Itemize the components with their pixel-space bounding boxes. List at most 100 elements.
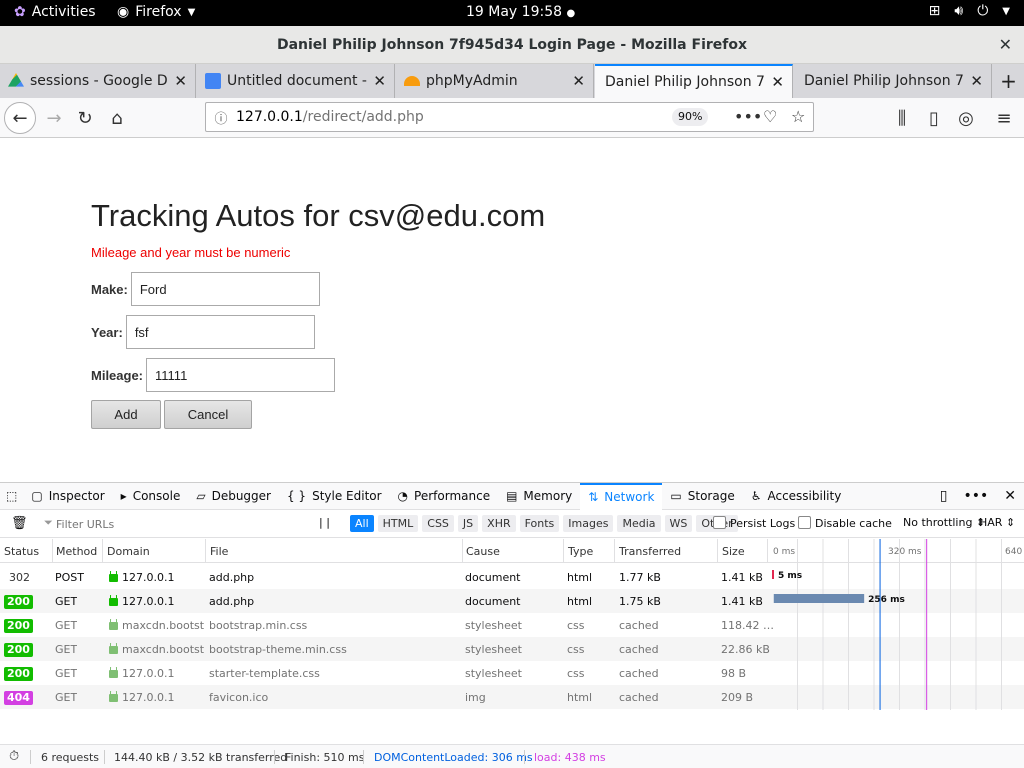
forward-button[interactable]: → bbox=[40, 104, 68, 132]
tab-inspector[interactable]: ▢ Inspector bbox=[23, 483, 112, 510]
tab-google-drive[interactable]: sessions - Google Drive ✕ bbox=[0, 64, 196, 98]
request-file: add.php bbox=[209, 595, 255, 608]
column-file[interactable]: File bbox=[210, 545, 228, 558]
persist-logs-label: Persist Logs bbox=[730, 517, 796, 530]
tab-style-editor[interactable]: { } Style Editor bbox=[279, 483, 390, 510]
request-size: 22.86 kB bbox=[721, 643, 770, 656]
page-actions-icon[interactable]: ••• bbox=[734, 107, 762, 126]
pause-button[interactable]: | | bbox=[319, 516, 330, 529]
tab-close-icon[interactable]: ✕ bbox=[771, 73, 784, 91]
request-method: GET bbox=[55, 643, 78, 656]
column-transferred[interactable]: Transferred bbox=[619, 545, 681, 558]
request-method: GET bbox=[55, 667, 78, 680]
column-domain[interactable]: Domain bbox=[107, 545, 150, 558]
tab-login-page-active[interactable]: Daniel Philip Johnson 7f945d34 Login Pag… bbox=[595, 64, 793, 98]
tab-close-icon[interactable]: ✕ bbox=[373, 72, 386, 90]
tab-memory[interactable]: ▤ Memory bbox=[498, 483, 580, 510]
request-method: GET bbox=[55, 595, 78, 608]
tab-login-page[interactable]: Daniel Philip Johnson 7f945d34 Login Pag… bbox=[794, 64, 992, 98]
tab-phpmyadmin[interactable]: phpMyAdmin ✕ bbox=[396, 64, 594, 98]
filter-css[interactable]: CSS bbox=[422, 515, 454, 532]
waterfall-tick: 640 ms bbox=[1005, 547, 1024, 557]
reload-button[interactable]: ↻ bbox=[71, 104, 99, 132]
har-menu[interactable]: HAR ⇕ bbox=[979, 516, 1015, 529]
tab-storage[interactable]: ▭ Storage bbox=[662, 483, 742, 510]
status-code: 404 bbox=[4, 691, 33, 705]
activities-button[interactable]: ✿ Activities bbox=[14, 4, 96, 20]
bookmark-star-icon[interactable]: ☆ bbox=[791, 107, 805, 126]
request-row[interactable]: 200 GET 127.0.0.1 add.php document html … bbox=[0, 589, 1024, 613]
new-tab-button[interactable]: + bbox=[993, 64, 1024, 98]
request-transferred: cached bbox=[619, 619, 659, 632]
forward-arrow-icon: → bbox=[46, 107, 62, 129]
app-menu-button[interactable]: ◉ Firefox ▼ bbox=[117, 4, 195, 20]
tab-close-icon[interactable]: ✕ bbox=[174, 72, 187, 90]
disable-cache-checkbox[interactable]: Disable cache bbox=[798, 516, 892, 530]
throttling-select[interactable]: No throttling ⇕ bbox=[903, 516, 985, 529]
element-picker-button[interactable]: ⬚ bbox=[0, 483, 23, 510]
persist-logs-checkbox[interactable]: Persist Logs bbox=[713, 516, 795, 530]
request-domain: maxcdn.bootstr… bbox=[122, 619, 204, 632]
request-row[interactable]: 200 GET 127.0.0.1 starter-template.css s… bbox=[0, 661, 1024, 685]
tab-accessibility[interactable]: ♿︎ Accessibility bbox=[743, 483, 850, 510]
cancel-button[interactable]: Cancel bbox=[164, 400, 252, 429]
url-bar[interactable]: ⓘ 127.0.0.1/redirect/add.php 90% ••• ♡ ☆ bbox=[205, 102, 814, 132]
column-size[interactable]: Size bbox=[722, 545, 745, 558]
request-cause: stylesheet bbox=[465, 619, 522, 632]
tab-network[interactable]: ⇅ Network bbox=[580, 482, 663, 510]
column-status[interactable]: Status bbox=[4, 545, 39, 558]
system-tray[interactable]: ⊞ 🔊︎ ⏻ ▼ bbox=[929, 3, 1010, 19]
column-method[interactable]: Method bbox=[56, 545, 97, 558]
back-button[interactable]: ← bbox=[4, 102, 36, 134]
clock-button[interactable]: 19 May 19:58 ● bbox=[466, 4, 575, 20]
column-cause[interactable]: Cause bbox=[466, 545, 500, 558]
filter-fonts[interactable]: Fonts bbox=[519, 515, 560, 532]
home-button[interactable]: ⌂ bbox=[103, 104, 131, 132]
window-close-icon[interactable]: ✕ bbox=[999, 26, 1012, 64]
column-type[interactable]: Type bbox=[568, 545, 593, 558]
summary-finish: Finish: 510 ms bbox=[285, 751, 365, 764]
tab-close-icon[interactable]: ✕ bbox=[572, 72, 585, 90]
request-row[interactable]: 200 GET maxcdn.bootstr… bootstrap.min.cs… bbox=[0, 613, 1024, 637]
menu-button[interactable]: ≡ bbox=[990, 104, 1018, 132]
request-cause: stylesheet bbox=[465, 643, 522, 656]
library-button[interactable]: ⫼ bbox=[888, 104, 916, 132]
make-input[interactable] bbox=[130, 272, 320, 306]
devtools-tab-label: Memory bbox=[523, 489, 573, 503]
account-button[interactable]: ◎ bbox=[952, 104, 980, 132]
devtools-close-icon[interactable]: ✕ bbox=[1004, 488, 1016, 504]
mileage-input[interactable] bbox=[146, 358, 336, 392]
zoom-indicator[interactable]: 90% bbox=[672, 108, 709, 126]
devtools-menu-icon[interactable]: ••• bbox=[963, 488, 988, 504]
tab-close-icon[interactable]: ✕ bbox=[970, 72, 983, 90]
filter-media[interactable]: Media bbox=[617, 515, 661, 532]
filter-ws[interactable]: WS bbox=[664, 515, 693, 532]
request-row[interactable]: 200 GET maxcdn.bootstr… bootstrap-theme.… bbox=[0, 637, 1024, 661]
year-row: Year: bbox=[91, 315, 315, 349]
sidebar-button[interactable]: ▯ bbox=[920, 104, 948, 132]
tab-performance[interactable]: ◔ Performance bbox=[390, 483, 499, 510]
checkbox-box bbox=[713, 516, 726, 529]
stopwatch-icon[interactable]: ⏱︎ bbox=[9, 749, 19, 764]
filter-urls-input[interactable] bbox=[56, 514, 304, 534]
trash-icon[interactable]: 🗑︎ bbox=[11, 516, 28, 531]
filter-all[interactable]: All bbox=[350, 515, 374, 532]
pocket-icon[interactable]: ♡ bbox=[763, 107, 777, 126]
filter-images[interactable]: Images bbox=[563, 515, 614, 532]
request-row[interactable]: 404 GET 127.0.0.1 favicon.ico img html c… bbox=[0, 685, 1024, 709]
filter-html[interactable]: HTML bbox=[377, 515, 419, 532]
site-info-icon[interactable]: ⓘ bbox=[206, 108, 236, 127]
responsive-design-icon[interactable]: ▯ bbox=[940, 488, 948, 504]
year-label: Year: bbox=[91, 324, 123, 340]
add-button[interactable]: Add bbox=[91, 400, 161, 429]
year-input[interactable] bbox=[125, 315, 315, 349]
request-row[interactable]: 302 POST 127.0.0.1 add.php document html… bbox=[0, 565, 1024, 589]
tab-google-docs[interactable]: Untitled document - Google Docs ✕ bbox=[197, 64, 395, 98]
status-code: 200 bbox=[4, 619, 33, 633]
tab-debugger[interactable]: ▱ Debugger bbox=[188, 483, 279, 510]
tab-console[interactable]: ▸ Console bbox=[113, 483, 189, 510]
filter-js[interactable]: JS bbox=[457, 515, 479, 532]
filter-xhr[interactable]: XHR bbox=[482, 515, 516, 532]
status-code: 200 bbox=[4, 643, 33, 657]
waterfall-tick: 320 ms bbox=[888, 547, 922, 557]
